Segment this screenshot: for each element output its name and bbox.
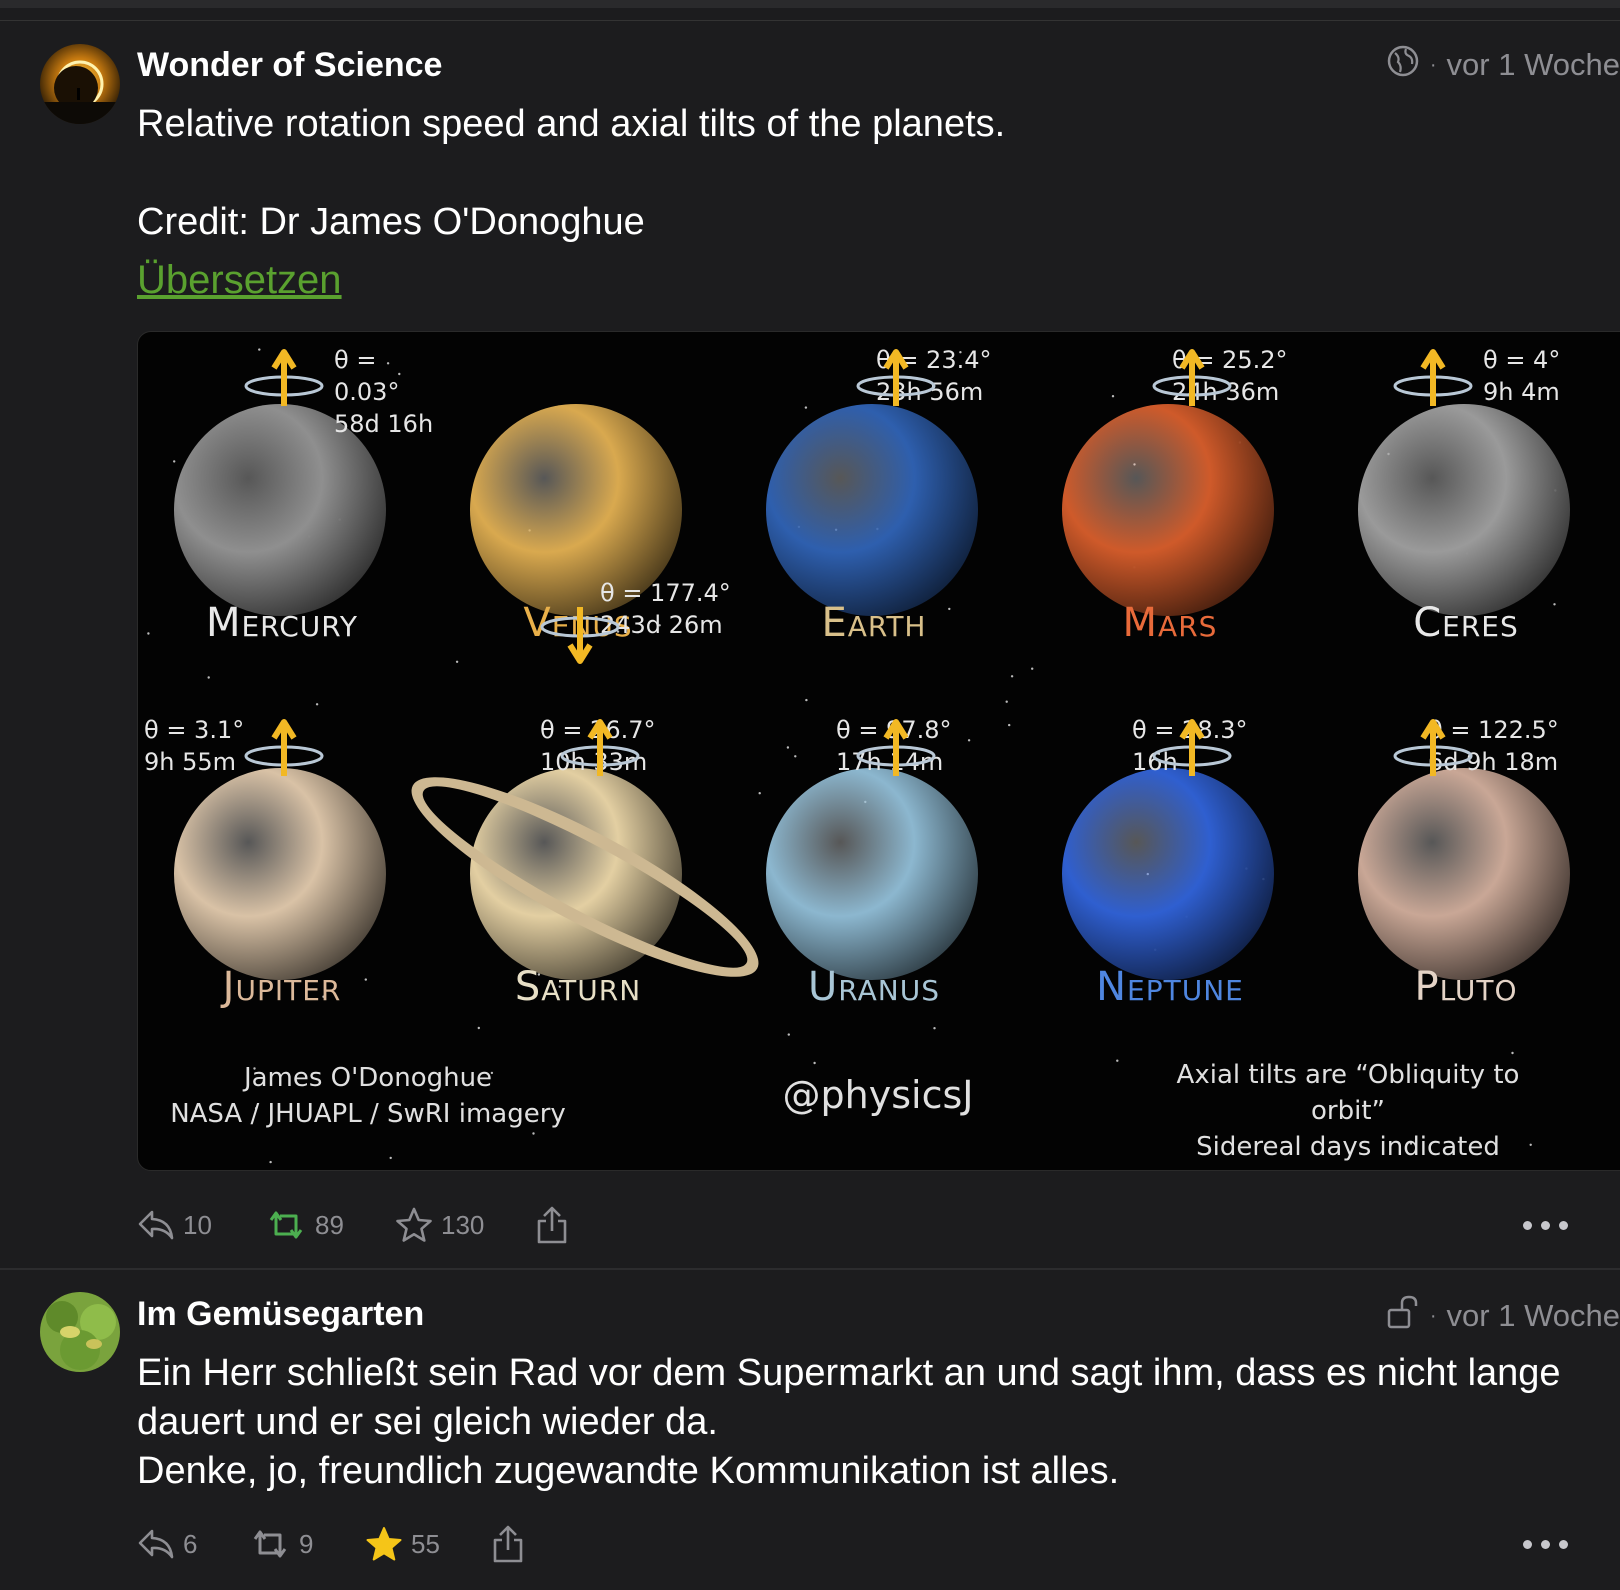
planet-name: Saturn xyxy=(514,964,642,1010)
planet-ceres: Ceres θ = 4° 9h 4m xyxy=(1328,332,1620,702)
planet-sphere xyxy=(766,404,978,616)
translate-link[interactable]: Übersetzen xyxy=(137,258,342,303)
planet-name: Mercury xyxy=(205,600,359,646)
rotation-axis-icon xyxy=(1393,719,1473,776)
timestamp[interactable]: vor 1 Woche xyxy=(1447,1298,1620,1334)
planet-earth: Earth θ = 23.4° 23h 56m xyxy=(736,332,1032,702)
separator-dot: · xyxy=(1429,53,1437,76)
planet-name: Earth xyxy=(821,600,927,646)
more-options-button[interactable] xyxy=(1523,1221,1568,1230)
timestamp[interactable]: vor 1 Woche xyxy=(1447,47,1620,83)
planet-tilt-period: θ = 0.03° 58d 16h xyxy=(334,346,434,438)
boost-button[interactable]: 89 xyxy=(265,1208,395,1242)
boost-icon xyxy=(269,1211,303,1239)
more-options-button[interactable] xyxy=(1523,1540,1568,1549)
reply-icon xyxy=(138,1210,174,1240)
post-divider xyxy=(0,1268,1620,1270)
planet-name: Mars xyxy=(1122,600,1218,646)
image-credit-right: Axial tilts are “Obliquity to orbit” Sid… xyxy=(1176,1060,1520,1162)
planet-name: Ceres xyxy=(1413,600,1519,646)
planet-name: Neptune xyxy=(1096,964,1244,1010)
star-dot xyxy=(269,1160,272,1164)
favourite-count: 55 xyxy=(411,1528,440,1559)
boost-count: 89 xyxy=(315,1209,344,1240)
favourite-count: 130 xyxy=(441,1209,485,1240)
rotation-axis-icon xyxy=(1152,349,1232,406)
planet-name: Jupiter xyxy=(222,964,342,1010)
reply-button[interactable]: 6 xyxy=(137,1527,249,1561)
planet-tilt-period: θ = 4° 9h 4m xyxy=(1483,346,1561,406)
globe-icon xyxy=(1386,44,1420,86)
star-filled-icon xyxy=(366,1527,402,1561)
rotation-axis-icon xyxy=(560,719,640,776)
planet-neptune: Neptune θ = 28.3° 16h xyxy=(1032,702,1328,1072)
star-dot xyxy=(532,1132,535,1135)
planet-name: Uranus xyxy=(808,964,940,1010)
post-content: Ein Herr schließt sein Rad vor dem Super… xyxy=(137,1352,1561,1492)
planet-pluto: Pluto θ = 122.5° 6d 9h 18m xyxy=(1328,702,1620,1072)
post-meta: · vor 1 Woche xyxy=(1386,44,1620,86)
share-icon xyxy=(537,1206,567,1244)
top-bar xyxy=(0,0,1620,8)
rotation-axis-icon xyxy=(856,349,936,406)
planet-sphere xyxy=(1358,768,1570,980)
reply-count: 6 xyxy=(183,1528,198,1559)
planet-sphere xyxy=(766,768,978,980)
planet-sphere xyxy=(1358,404,1570,616)
rotation-axis-icon xyxy=(856,719,936,776)
planet-uranus: Uranus θ = 97.8° 17h 14m xyxy=(736,702,1032,1072)
planet-tilt-period: θ = 3.1° 9h 55m xyxy=(144,716,245,776)
boost-icon xyxy=(253,1530,287,1558)
author-name[interactable]: Im Gemüsegarten xyxy=(137,1295,424,1334)
media-attachment[interactable]: Mercury θ = 0.03° 58d 16h Venus θ = 177.4° … xyxy=(137,331,1620,1171)
reply-count: 10 xyxy=(183,1209,212,1240)
avatar[interactable] xyxy=(40,1292,120,1372)
reply-icon xyxy=(138,1529,174,1559)
planet-sphere xyxy=(174,768,386,980)
share-icon xyxy=(493,1525,523,1563)
boost-count: 9 xyxy=(299,1528,314,1559)
share-button[interactable] xyxy=(535,1205,569,1245)
rotation-axis-icon xyxy=(1393,349,1473,406)
post-content: Relative rotation speed and axial tilts … xyxy=(137,103,1006,243)
planet-mercury: Mercury θ = 0.03° 58d 16h xyxy=(144,332,440,702)
planet-sphere xyxy=(1062,768,1274,980)
reply-button[interactable]: 10 xyxy=(137,1208,265,1242)
rotation-axis-icon xyxy=(540,607,620,664)
avatar[interactable] xyxy=(40,44,120,124)
planet-sphere xyxy=(1062,404,1274,616)
rotation-axis-icon xyxy=(244,349,324,406)
share-button[interactable] xyxy=(491,1524,525,1564)
author-name[interactable]: Wonder of Science xyxy=(137,46,442,85)
planet-jupiter: Jupiter θ = 3.1° 9h 55m xyxy=(144,702,440,1072)
divider xyxy=(0,20,1620,21)
post-meta: · vor 1 Woche xyxy=(1386,1294,1620,1338)
unlock-icon xyxy=(1386,1294,1420,1338)
planet-venus: Venus θ = 177.4° 243d 26m xyxy=(440,332,736,702)
rotation-axis-icon xyxy=(1152,719,1232,776)
favourite-button[interactable]: 55 xyxy=(365,1525,491,1563)
image-credit-handle: @physicsJ xyxy=(782,1073,974,1117)
boost-button[interactable]: 9 xyxy=(249,1527,365,1561)
post-actions: 10 89 130 xyxy=(137,1205,569,1245)
favourite-button[interactable]: 130 xyxy=(395,1206,535,1244)
separator-dot: · xyxy=(1429,1304,1437,1327)
star-icon xyxy=(396,1207,432,1242)
star-dot xyxy=(389,1156,392,1160)
post-actions: 6 9 55 xyxy=(137,1524,525,1564)
planet-mars: Mars θ = 25.2° 24h 36m xyxy=(1032,332,1328,702)
planet-name: Pluto xyxy=(1414,964,1518,1010)
image-credit-left: James O'Donoghue NASA / JHUAPL / SwRI im… xyxy=(170,1063,566,1129)
rotation-axis-icon xyxy=(244,719,324,776)
planet-saturn: Saturn θ = 26.7° 10h 33m xyxy=(391,702,779,1072)
